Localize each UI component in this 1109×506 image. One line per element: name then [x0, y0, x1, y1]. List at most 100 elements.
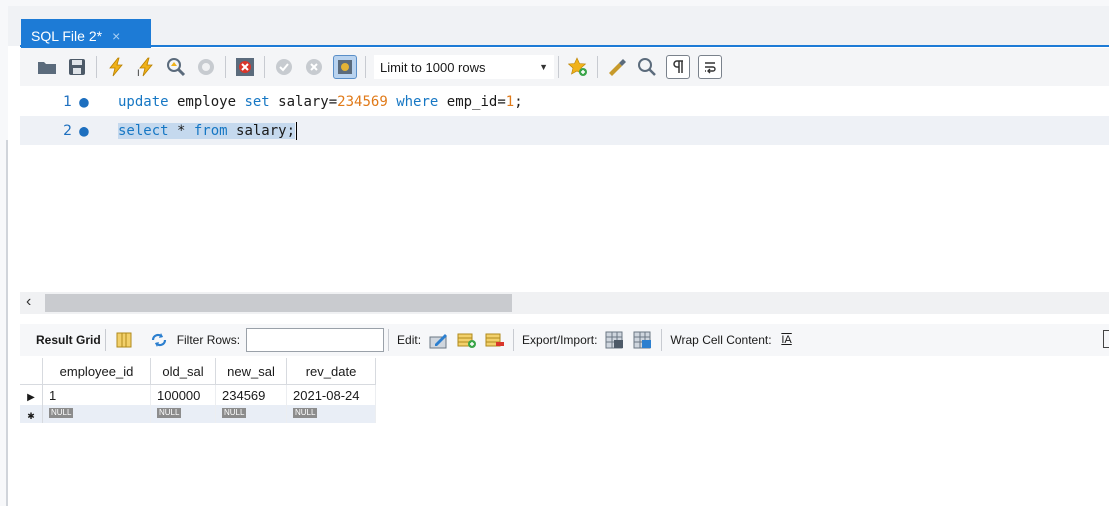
null-badge: NULL	[157, 407, 182, 418]
toolbar-separator	[225, 56, 226, 78]
execute-current-icon[interactable]: I	[135, 56, 157, 78]
editor-line-1[interactable]: 1 ● update employe set salary=234569 whe…	[20, 87, 1109, 116]
tab-underline	[20, 45, 1109, 47]
import-icon[interactable]	[632, 329, 654, 351]
toolbar-separator	[597, 56, 598, 78]
chevron-down-icon: ▼	[539, 62, 548, 72]
row-pointer-icon: ▶	[20, 384, 43, 405]
column-header[interactable]: employee_id	[42, 358, 151, 385]
editor-toolbar: I Limit to 1000 rows ▼	[20, 48, 1109, 86]
edit-row-icon[interactable]	[428, 329, 450, 351]
code-keyword: from	[193, 122, 228, 139]
selection: select * from salary;	[118, 122, 296, 139]
left-border	[6, 140, 8, 506]
toolbar-separator	[104, 329, 106, 351]
code-text: update employe set salary=234569 where e…	[118, 94, 523, 110]
table-cell[interactable]: NULL	[215, 405, 287, 423]
column-layout-icon[interactable]	[113, 329, 135, 351]
row-indicator-header	[20, 358, 43, 385]
toolbar-separator	[661, 329, 663, 351]
insert-row-icon[interactable]	[456, 329, 478, 351]
code-keyword: select	[118, 122, 169, 139]
statement-marker-icon: ●	[79, 121, 89, 140]
scrollbar-thumb[interactable]	[45, 294, 512, 312]
toolbar-separator	[388, 329, 390, 351]
explain-icon[interactable]	[165, 56, 187, 78]
stop-icon[interactable]	[195, 56, 217, 78]
scroll-left-icon[interactable]: ‹	[26, 293, 31, 311]
result-grid: employee_id old_sal new_sal rev_date ▶ 1…	[20, 356, 1109, 506]
table-row[interactable]: ▶ 1 100000 234569 2021-08-24	[20, 384, 376, 405]
editor-line-2[interactable]: 2 ● select * from salary;	[20, 116, 1109, 145]
code-keyword: update	[118, 93, 169, 110]
execute-icon[interactable]	[105, 56, 127, 78]
statement-marker-icon: ●	[79, 92, 89, 111]
code-number: 234569	[337, 93, 388, 110]
commit-icon[interactable]	[273, 56, 295, 78]
code-token: employe	[168, 93, 245, 110]
close-icon[interactable]: ×	[112, 28, 120, 44]
wrap-cell-label: Wrap Cell Content:	[670, 333, 772, 347]
row-pointer: ▶	[27, 391, 35, 403]
export-icon[interactable]	[604, 329, 626, 351]
toolbar-separator	[513, 329, 515, 351]
refresh-icon[interactable]	[148, 329, 170, 351]
table-cell[interactable]: 1	[42, 384, 151, 405]
table-cell[interactable]: 2021-08-24	[286, 384, 376, 405]
edit-label: Edit:	[397, 333, 422, 347]
sql-editor[interactable]: 1 ● update employe set salary=234569 whe…	[20, 87, 1109, 292]
table-cell[interactable]: 100000	[150, 384, 216, 405]
limit-rows-value: Limit to 1000 rows	[380, 59, 486, 75]
code-token: *	[168, 122, 194, 139]
table-cell[interactable]: NULL	[42, 405, 151, 423]
new-row-marker: ✱	[27, 410, 35, 421]
code-text: select * from salary;	[118, 121, 298, 140]
code-keyword: where	[396, 93, 439, 110]
toggle-error-icon[interactable]	[234, 56, 256, 78]
filter-rows-input[interactable]	[246, 328, 385, 352]
tab-strip: SQL File 2* ×	[8, 6, 1109, 52]
tab-title: SQL File 2*	[31, 27, 103, 44]
export-import-label: Export/Import:	[522, 333, 598, 347]
code-token: ;	[514, 93, 523, 110]
wrap-cell-icon[interactable]: IA	[779, 329, 795, 351]
beautify-icon[interactable]	[606, 56, 628, 78]
column-header[interactable]: old_sal	[150, 358, 216, 385]
null-badge: NULL	[293, 407, 318, 418]
find-icon[interactable]	[636, 56, 658, 78]
null-badge: NULL	[222, 407, 247, 418]
delete-row-icon[interactable]	[484, 329, 506, 351]
save-icon[interactable]	[66, 56, 88, 78]
invisible-chars-icon[interactable]	[666, 55, 690, 79]
rollback-icon[interactable]	[303, 56, 325, 78]
null-badge: NULL	[49, 407, 74, 418]
add-snippet-icon[interactable]	[567, 56, 589, 78]
text-caret	[296, 121, 298, 140]
toolbar-separator	[558, 56, 559, 78]
result-grid-tab[interactable]: Result Grid	[36, 333, 101, 347]
column-header[interactable]: new_sal	[215, 358, 287, 385]
column-header[interactable]: rev_date	[286, 358, 376, 385]
code-token: salary;	[227, 122, 296, 139]
result-table: employee_id old_sal new_sal rev_date ▶ 1…	[20, 358, 376, 423]
toolbar-separator	[96, 56, 97, 78]
limit-rows-select[interactable]: Limit to 1000 rows ▼	[374, 55, 554, 79]
wrap-icon[interactable]	[698, 55, 722, 79]
open-folder-icon[interactable]	[36, 56, 58, 78]
new-row-icon: ✱	[20, 405, 43, 423]
table-cell[interactable]: NULL	[286, 405, 376, 423]
editor-horizontal-scrollbar[interactable]: ‹	[20, 292, 1109, 314]
code-keyword: set	[244, 93, 270, 110]
table-header-row: employee_id old_sal new_sal rev_date	[20, 358, 376, 385]
toolbar-separator	[264, 56, 265, 78]
table-cell[interactable]: NULL	[150, 405, 216, 423]
table-cell[interactable]: 234569	[215, 384, 287, 405]
result-toolbar: Result Grid Filter Rows: Edit: Export/Im…	[20, 324, 1109, 356]
autocommit-icon[interactable]	[333, 55, 357, 79]
new-row[interactable]: ✱ NULL NULL NULL NULL	[20, 405, 376, 423]
code-number: 1	[505, 93, 515, 110]
panel-edge	[1103, 330, 1109, 348]
svg-text:I: I	[137, 69, 140, 77]
toolbar-separator	[365, 56, 366, 78]
